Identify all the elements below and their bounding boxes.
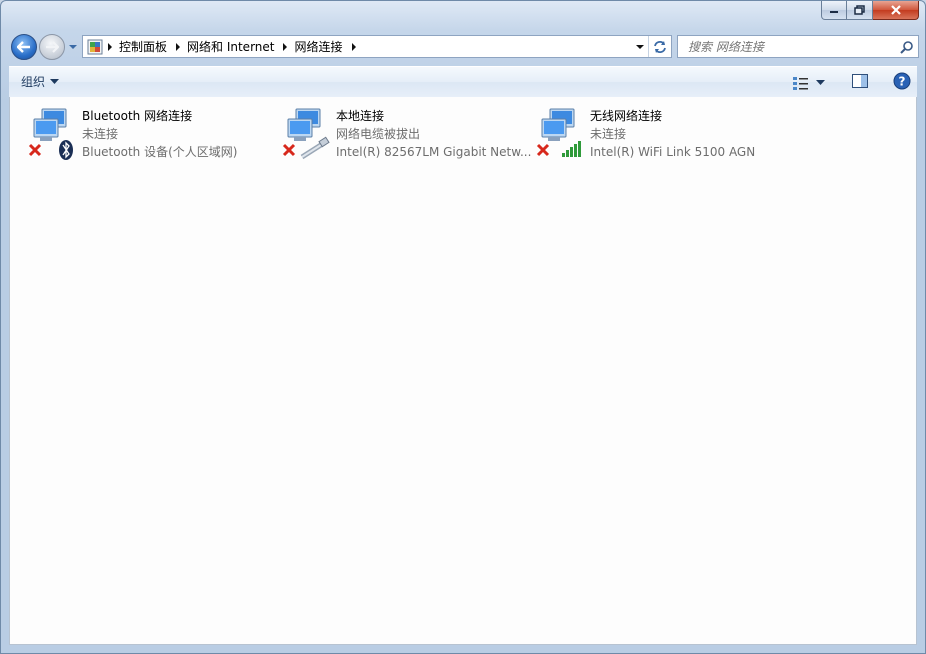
chevron-down-icon [816, 79, 825, 85]
recent-pages-button[interactable] [67, 41, 79, 53]
connection-item-bluetooth[interactable]: Bluetooth 网络连接 未连接 Bluetooth 设备(个人区域网) [20, 105, 270, 161]
connection-status: 网络电缆被拔出 [336, 127, 421, 141]
explorer-window: 控制面板 网络和 Internet 网络连接 搜索 网络连接 组织 ? Blue… [0, 0, 926, 654]
connection-name: 无线网络连接 [590, 109, 663, 123]
command-bar: 组织 ? [9, 66, 917, 98]
refresh-button[interactable] [648, 36, 671, 57]
breadcrumb-separator[interactable] [279, 42, 291, 51]
disconnected-x-icon [28, 143, 42, 157]
connection-status: 未连接 [82, 127, 119, 141]
forward-arrow-icon [46, 41, 59, 53]
breadcrumb-network-connections[interactable]: 网络连接 [291, 38, 347, 55]
help-button[interactable]: ? [893, 72, 911, 93]
control-panel-icon [87, 39, 103, 54]
search-box[interactable] [677, 35, 919, 58]
connections-list: Bluetooth 网络连接 未连接 Bluetooth 设备(个人区域网) 本… [9, 97, 917, 645]
breadcrumb-network-internet[interactable]: 网络和 Internet [184, 38, 279, 55]
back-arrow-icon [17, 41, 30, 53]
disconnected-x-icon [536, 143, 550, 157]
details-view-icon [793, 76, 808, 90]
connection-item-wireless[interactable]: 无线网络连接 未连接 Intel(R) WiFi Link 5100 AGN [528, 105, 778, 161]
chevron-down-icon [50, 78, 60, 84]
svg-text:?: ? [899, 75, 906, 89]
toolbar-right: ? [792, 72, 911, 93]
minimize-button[interactable] [821, 1, 847, 20]
back-button[interactable] [11, 34, 37, 60]
navigation-bar: 控制面板 网络和 Internet 网络连接 [9, 32, 919, 62]
disconnected-x-icon [282, 143, 296, 157]
connection-item-local[interactable]: 本地连接 网络电缆被拔出 Intel(R) 82567LM Gigabit Ne… [274, 105, 531, 161]
connection-device: Intel(R) WiFi Link 5100 AGN [590, 145, 756, 159]
search-input[interactable] [686, 38, 900, 55]
connection-name: Bluetooth 网络连接 [82, 109, 193, 123]
change-view-button[interactable] [792, 75, 825, 91]
restore-icon [853, 5, 865, 15]
connection-device: Intel(R) 82567LM Gigabit Netw... [336, 145, 532, 159]
breadcrumb-separator[interactable] [172, 42, 184, 51]
close-button[interactable] [873, 1, 919, 20]
breadcrumb-control-panel[interactable]: 控制面板 [116, 38, 172, 55]
connection-text: 本地连接 网络电缆被拔出 Intel(R) 82567LM Gigabit Ne… [336, 107, 531, 161]
connection-text: Bluetooth 网络连接 未连接 Bluetooth 设备(个人区域网) [82, 107, 237, 161]
breadcrumb-separator[interactable] [348, 42, 360, 51]
chevron-down-icon [636, 44, 644, 49]
refresh-icon [654, 40, 666, 53]
network-adapter-icon [536, 108, 581, 157]
search-icon [900, 41, 913, 54]
organize-label: 组织 [21, 75, 46, 89]
forward-button[interactable] [39, 34, 65, 60]
connection-text: 无线网络连接 未连接 Intel(R) WiFi Link 5100 AGN [590, 107, 755, 161]
minimize-icon [830, 11, 838, 13]
connection-status: 未连接 [590, 127, 627, 141]
network-adapter-icon [28, 108, 73, 160]
window-controls [821, 1, 919, 20]
close-icon [890, 5, 901, 15]
preview-pane-button[interactable] [851, 73, 869, 92]
network-adapter-icon [282, 108, 330, 160]
breadcrumb-separator[interactable] [104, 42, 116, 51]
maximize-button[interactable] [847, 1, 873, 20]
address-history-dropdown[interactable] [631, 36, 649, 57]
chevron-down-icon [69, 45, 77, 49]
wifi-signal-icon [562, 141, 581, 157]
address-bar[interactable]: 控制面板 网络和 Internet 网络连接 [82, 35, 672, 58]
connection-name: 本地连接 [336, 109, 385, 123]
ethernet-cable-icon [300, 136, 330, 160]
organize-button[interactable]: 组织 [21, 73, 60, 90]
preview-pane-icon [852, 74, 868, 88]
help-icon: ? [893, 72, 911, 90]
bluetooth-icon [59, 140, 73, 160]
connection-device: Bluetooth 设备(个人区域网) [82, 145, 238, 159]
